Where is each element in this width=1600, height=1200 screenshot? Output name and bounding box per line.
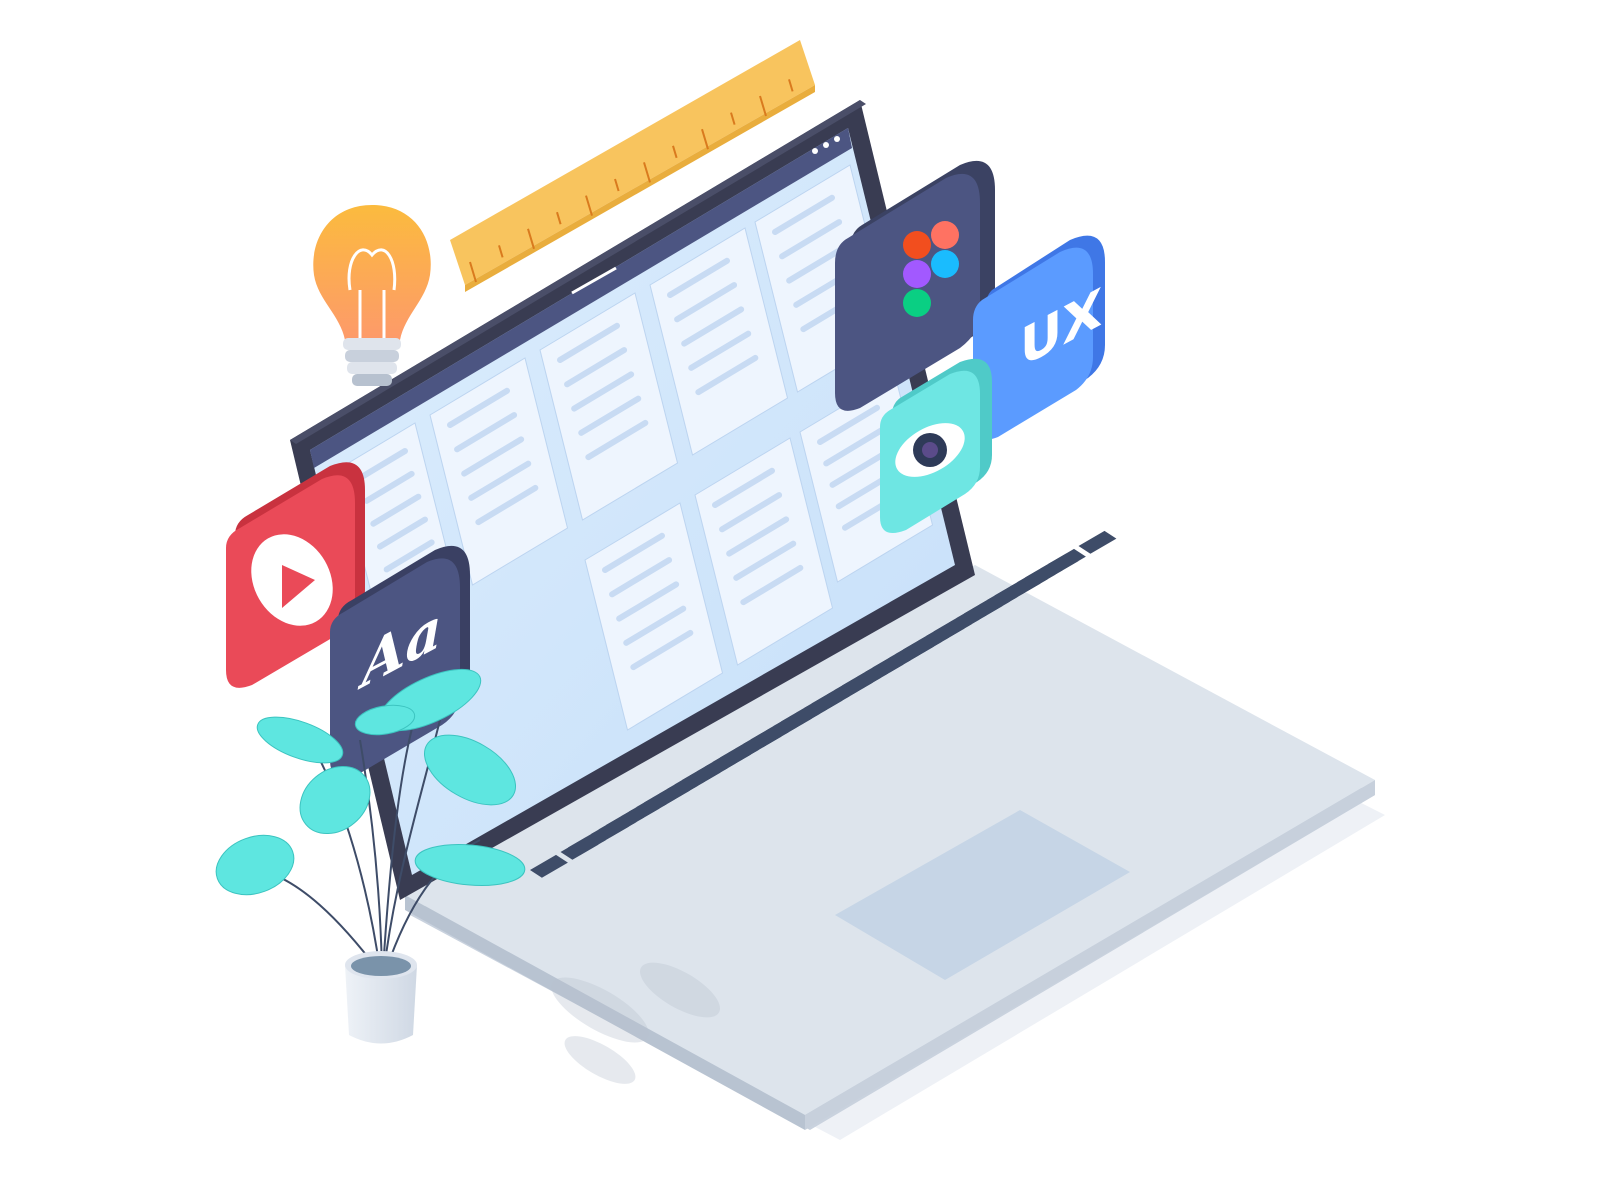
isometric-laptop-illustration: UX Aa [215, 40, 1385, 1140]
light-bulb-icon [313, 205, 431, 386]
keyboard-key [1078, 530, 1117, 554]
plant-pot [345, 951, 417, 1044]
